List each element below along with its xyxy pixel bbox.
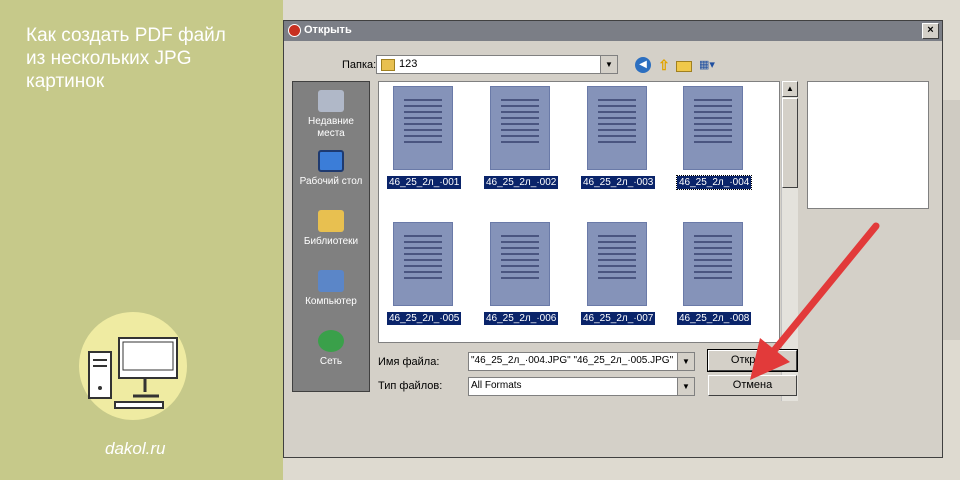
filetype-label: Тип файлов: [378, 380, 443, 392]
dialog-titlebar[interactable]: Открыть × [284, 21, 942, 41]
place-label: Рабочий стол [299, 176, 363, 187]
title-line-1: Как создать PDF файл [26, 25, 226, 46]
place-label: Компьютер [305, 296, 357, 307]
view-menu-icon[interactable]: ▦▾ [699, 57, 721, 73]
dialog-title: Открыть [304, 24, 352, 36]
computer-icon [318, 270, 344, 292]
chevron-down-icon[interactable]: ▼ [600, 56, 617, 73]
file-item[interactable]: 46_25_2л_·008 [677, 222, 752, 326]
chevron-down-icon[interactable]: ▼ [677, 378, 694, 395]
logo [79, 312, 187, 420]
file-name: 46_25_2л_·005 [387, 312, 462, 325]
filename-value: "46_25_2л_·004.JPG" "46_25_2л_·005.JPG" [471, 355, 674, 366]
file-item[interactable]: 46_25_2л_·004 [675, 86, 753, 190]
filetype-value: All Formats [471, 380, 522, 391]
image-thumbnail [490, 86, 550, 170]
image-thumbnail [683, 222, 743, 306]
folder-icon [381, 59, 395, 71]
image-thumbnail [587, 86, 647, 170]
places-bar: Недавние места Рабочий стол Библиотеки К… [292, 81, 370, 392]
image-thumbnail [490, 222, 550, 306]
up-folder-icon[interactable]: ⇧ [656, 57, 672, 73]
cancel-button[interactable]: Отмена [708, 375, 797, 396]
place-desktop[interactable]: Рабочий стол [293, 150, 369, 188]
chevron-down-icon[interactable]: ▼ [677, 353, 694, 370]
place-libraries[interactable]: Библиотеки [293, 210, 369, 248]
file-item[interactable]: 46_25_2л_·007 [581, 222, 656, 326]
file-item[interactable]: 46_25_2л_·005 [387, 222, 462, 326]
place-recent[interactable]: Недавние места [293, 90, 369, 140]
libraries-icon [318, 210, 344, 232]
network-icon [318, 330, 344, 352]
recent-places-icon [318, 90, 344, 112]
scroll-up-icon[interactable]: ▲ [782, 81, 798, 97]
app-icon [288, 24, 301, 37]
title-line-3: картинок [26, 71, 105, 92]
filename-input[interactable]: "46_25_2л_·004.JPG" "46_25_2л_·005.JPG" … [468, 352, 695, 371]
place-network[interactable]: Сеть [293, 330, 369, 368]
file-name: 46_25_2л_·006 [484, 312, 559, 325]
file-item[interactable]: 46_25_2л_·002 [484, 86, 559, 190]
back-icon[interactable]: ◀ [635, 57, 651, 73]
image-thumbnail [587, 222, 647, 306]
image-thumbnail [393, 222, 453, 306]
file-name: 46_25_2л_·002 [484, 176, 559, 189]
file-item[interactable]: 46_25_2л_·003 [581, 86, 656, 190]
place-label: Сеть [319, 356, 343, 367]
file-item[interactable]: 46_25_2л_·006 [484, 222, 559, 326]
article-banner: Как создать PDF файл из нескольких JPG к… [0, 0, 283, 480]
folder-label: Папка: [342, 59, 377, 71]
file-name: 46_25_2л_·001 [387, 176, 462, 189]
filename-label: Имя файла: [378, 356, 440, 368]
folder-select[interactable]: 123 ▼ [376, 55, 618, 74]
open-button[interactable]: Открыть [707, 349, 798, 372]
place-label: Недавние места [308, 116, 354, 139]
file-name: 46_25_2л_·003 [581, 176, 656, 189]
title-line-2: из нескольких JPG [26, 48, 192, 69]
scroll-thumb[interactable] [782, 98, 798, 188]
open-file-dialog: Открыть × Папка: 123 ▼ ◀ ⇧ ▦▾ Недавние м… [283, 20, 943, 458]
image-thumbnail [393, 86, 453, 170]
file-item[interactable]: 46_25_2л_·001 [387, 86, 462, 190]
file-name: 46_25_2л_·008 [677, 312, 752, 325]
file-name: 46_25_2л_·007 [581, 312, 656, 325]
image-thumbnail [683, 86, 743, 170]
close-button[interactable]: × [922, 23, 939, 39]
computer-logo-icon [88, 337, 178, 409]
place-label: Библиотеки [303, 236, 359, 247]
file-name: 46_25_2л_·004 [675, 175, 753, 190]
desktop-icon [318, 150, 344, 172]
new-folder-icon[interactable] [676, 61, 692, 72]
place-computer[interactable]: Компьютер [293, 270, 369, 308]
file-list: 46_25_2л_·001 46_25_2л_·002 46_25_2л_·00… [378, 81, 780, 343]
folder-value: 123 [399, 58, 418, 70]
filetype-select[interactable]: All Formats ▼ [468, 377, 695, 396]
site-name: dakol.ru [105, 439, 166, 458]
background-window-edge [943, 100, 960, 340]
preview-pane [807, 81, 929, 209]
